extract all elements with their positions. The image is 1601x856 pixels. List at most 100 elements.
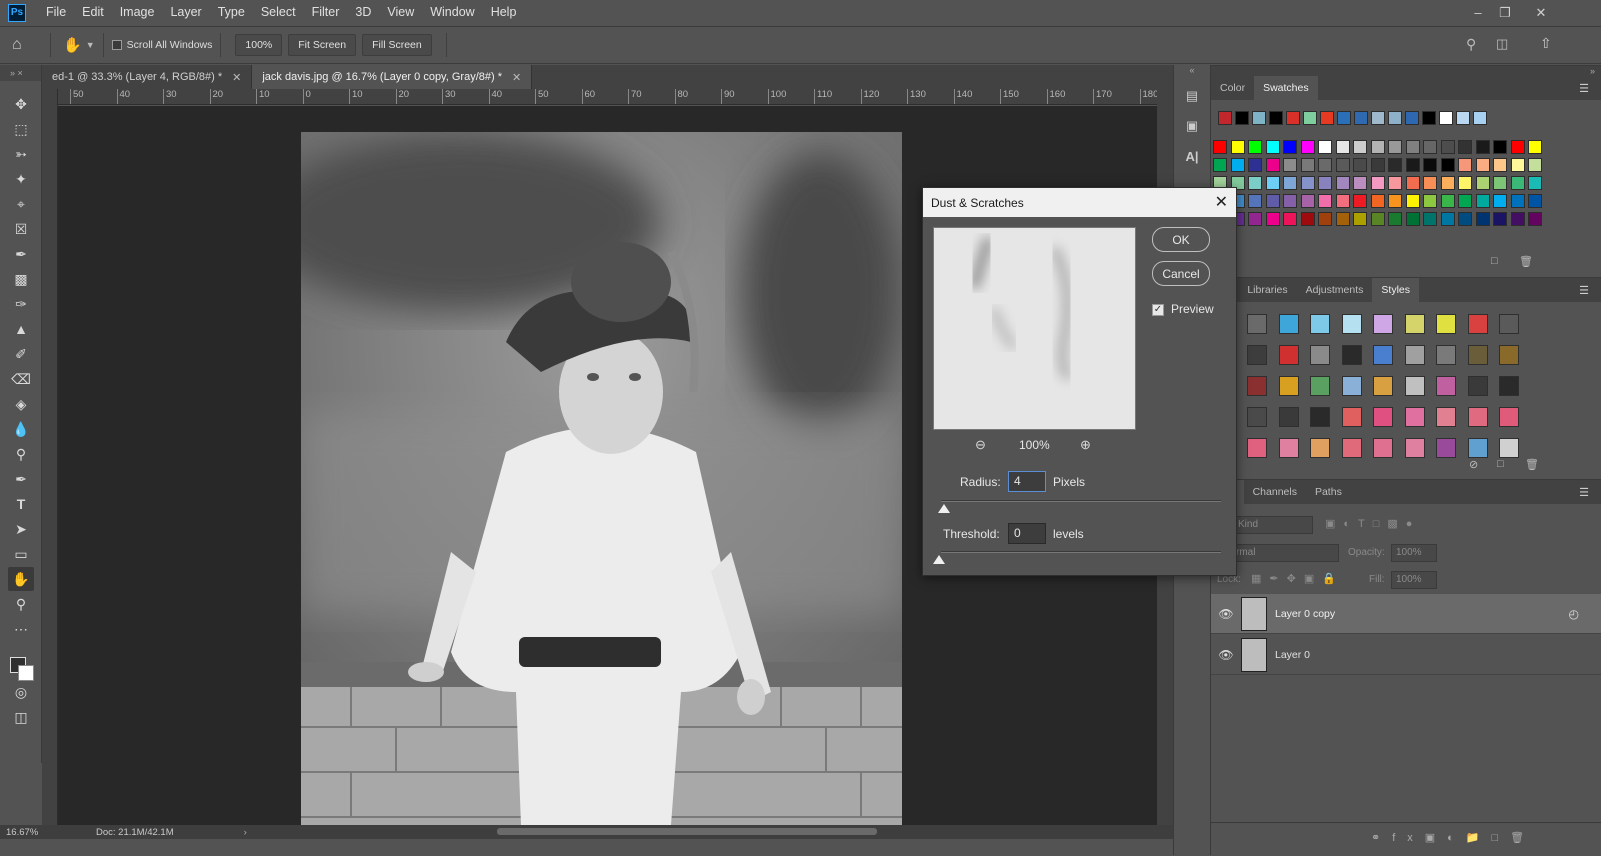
pen-tool-icon[interactable]: ✒ [8,467,34,491]
swatch[interactable] [1473,111,1487,125]
swatch[interactable] [1510,158,1525,172]
swatch[interactable] [1370,140,1385,154]
screen-mode-icon[interactable]: ◫ [8,705,34,729]
swatch[interactable] [1248,194,1262,208]
swatch[interactable] [1230,158,1245,172]
swatch[interactable] [1265,176,1280,190]
zoom-in-icon[interactable]: ⊕ [1080,437,1091,453]
swatch[interactable] [1405,212,1420,226]
tab-jack-davis[interactable]: jack davis.jpg @ 16.7% (Layer 0 copy, Gr… [252,65,533,89]
layer-row-selected[interactable]: 👁 Layer 0 copy ◴ [1211,594,1601,634]
visibility-eye-icon[interactable]: 👁 [1211,648,1241,662]
filter-preview[interactable] [933,227,1136,430]
swatch[interactable] [1475,176,1490,190]
eyedropper-icon[interactable]: ✒ [8,242,34,266]
rectangle-tool-icon[interactable]: ▭ [8,542,34,566]
swatch[interactable] [1510,140,1525,154]
panel-menu-icon[interactable]: ☰ [1579,486,1589,499]
style-preset[interactable] [1404,376,1425,396]
swatch[interactable] [1528,140,1542,154]
tab-channels[interactable]: Channels [1244,480,1306,504]
menu-help[interactable]: Help [483,0,525,25]
swatch[interactable] [1423,194,1437,208]
swatch[interactable] [1440,140,1455,154]
swatch[interactable] [1423,212,1437,226]
dodge-tool-icon[interactable]: ⚲ [8,442,34,466]
eraser-icon[interactable]: ⌫ [8,367,34,391]
visibility-eye-icon[interactable]: 👁 [1211,607,1241,621]
style-preset[interactable] [1499,438,1519,458]
style-preset[interactable] [1404,314,1425,334]
style-preset[interactable] [1499,314,1519,334]
swatch[interactable] [1300,176,1315,190]
style-preset[interactable] [1404,438,1425,458]
style-preset[interactable] [1341,407,1362,427]
swatch[interactable] [1353,158,1367,172]
3d-icon[interactable]: ▣ [1181,115,1203,137]
swatch[interactable] [1213,140,1227,154]
style-preset[interactable] [1247,438,1267,458]
magic-wand-icon[interactable]: ✦ [8,167,34,191]
layers-footer-icons[interactable]: ⚭fx▣◐📁□🗑 [1211,822,1601,856]
background-color[interactable] [18,665,34,681]
menu-view[interactable]: View [379,0,422,25]
close-icon[interactable]: ✕ [1526,0,1556,25]
tab-paths[interactable]: Paths [1306,480,1351,504]
swatch[interactable] [1528,212,1542,226]
crop-tool-icon[interactable]: ⌖ [8,192,34,216]
swatch[interactable] [1475,194,1490,208]
swatch[interactable] [1283,212,1297,226]
restore-icon[interactable]: ❐ [1490,0,1520,25]
style-preset[interactable] [1467,345,1488,365]
swatch[interactable] [1388,212,1402,226]
blur-tool-icon[interactable]: 💧 [8,417,34,441]
style-preset[interactable] [1278,438,1299,458]
fill-input[interactable]: 100% [1391,571,1437,589]
swatch[interactable] [1388,111,1402,125]
tools-panel-header[interactable]: » × [0,65,41,81]
style-preset[interactable] [1278,345,1299,365]
tab-swatches[interactable]: Swatches [1254,76,1318,100]
swatch[interactable] [1265,194,1280,208]
style-preset[interactable] [1341,438,1362,458]
radius-slider-thumb[interactable] [938,504,950,513]
zoom-level[interactable]: 16.67% [6,827,86,838]
swatch[interactable] [1265,158,1280,172]
swatch[interactable] [1493,140,1507,154]
swatch[interactable] [1423,158,1437,172]
layer-name[interactable]: Layer 0 [1275,649,1310,661]
layer-filter-icons[interactable]: ▣◐T□▩● [1325,517,1420,530]
swatch[interactable] [1370,158,1385,172]
swatch[interactable] [1318,212,1332,226]
swatch[interactable] [1213,158,1227,172]
preview-checkbox[interactable]: ✓ [1152,304,1164,316]
swatch[interactable] [1370,194,1385,208]
style-preset[interactable] [1436,345,1456,365]
swatch[interactable] [1475,140,1490,154]
swatch[interactable] [1370,176,1385,190]
close-icon[interactable]: ✕ [232,71,241,84]
fit-screen-button[interactable]: Fit Screen [288,34,357,56]
swatch[interactable] [1320,111,1334,125]
zoom-out-icon[interactable]: ⊖ [975,437,986,453]
menu-file[interactable]: File [38,0,74,25]
style-preset[interactable] [1310,438,1330,458]
style-preset[interactable] [1278,407,1299,427]
swatch[interactable] [1248,140,1262,154]
swatch[interactable] [1265,212,1280,226]
swatch[interactable] [1248,158,1262,172]
swatch[interactable] [1286,111,1300,125]
close-icon[interactable]: ✕ [512,71,521,84]
style-preset[interactable] [1373,376,1393,396]
tab-document-1[interactable]: ed-1 @ 33.3% (Layer 4, RGB/8#) * ✕ [42,65,253,89]
swatch[interactable] [1458,194,1472,208]
color-swatches[interactable] [0,645,41,681]
style-preset[interactable] [1436,407,1456,427]
style-preset[interactable] [1278,314,1299,334]
history-icon[interactable]: ▤ [1181,85,1203,107]
swatch[interactable] [1354,111,1368,125]
chevron-down-icon[interactable]: ▼ [86,40,95,50]
smart-filter-icon[interactable]: ◴ [1569,607,1579,621]
swatch[interactable] [1335,212,1350,226]
radius-input[interactable]: 4 [1008,471,1046,492]
